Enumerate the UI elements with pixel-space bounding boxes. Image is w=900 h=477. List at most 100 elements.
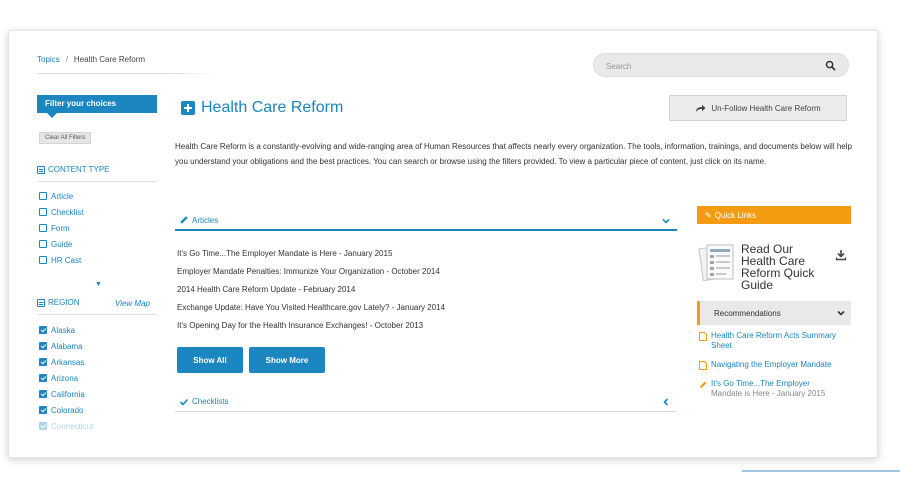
checkbox[interactable] [39,406,47,414]
recommendation-item[interactable]: Health Care Reform Acts Summary Sheet [699,331,849,351]
pencil-icon [700,381,707,388]
filter-label: Connecticut [51,421,94,431]
download-icon[interactable] [835,249,847,261]
content-type-title: CONTENT TYPE [48,165,110,174]
recommendation-title: It's Go Time...The Employer [711,379,810,388]
articles-label: Articles [192,215,219,225]
region-list: Alaska Alabama Arkansas Arizona Californ… [39,322,93,434]
region-heading: REGION [37,298,80,307]
checkbox[interactable] [39,342,47,350]
show-more-button[interactable]: Show More [249,347,325,373]
filter-california[interactable]: California [39,386,93,402]
filter-label: Guide [51,239,73,249]
search-icon[interactable] [825,60,836,71]
divider [37,314,157,315]
filter-form[interactable]: Form [39,220,83,236]
recommendations-header[interactable]: Recommendations [697,301,851,325]
recommendation-item[interactable]: It's Go Time...The Employer Mandate is H… [699,379,849,399]
content-type-heading: CONTENT TYPE [37,165,110,174]
filter-guide[interactable]: Guide [39,236,83,252]
search-input[interactable] [606,58,816,74]
checkbox[interactable] [39,390,47,398]
checklists-label: Checklists [192,397,229,406]
expand-chevron-icon[interactable]: ▼ [95,281,102,288]
unfollow-button[interactable]: Un-Follow Health Care Reform [669,95,847,121]
recommendation-title: Health Care Reform Acts Summary Sheet [711,331,836,350]
recommendation-title: Navigating the Employer Mandate [711,360,832,369]
clear-filters-button[interactable]: Clear All Filters [39,132,92,144]
filter-checklist[interactable]: Checklist [39,204,83,220]
list-icon [37,298,45,307]
document-icon [699,332,707,341]
breadcrumb-current: Health Care Reform [73,55,146,64]
filter-arizona[interactable]: Arizona [39,370,93,386]
filter-connecticut[interactable]: Connecticut [39,418,93,434]
checkmark-icon [179,398,189,406]
checkbox[interactable] [39,256,47,264]
checkbox[interactable] [39,422,47,430]
articles-accordion-header[interactable]: Articles [175,211,677,231]
filter-label: Alaska [51,325,76,335]
quick-guide-link[interactable]: Read Our Health Care Reform Quick Guide [741,243,831,291]
list-icon [37,165,45,174]
chevron-left-icon[interactable] [661,397,671,407]
document-icon [699,361,707,370]
recommendation-subtitle: Mandate is Here - January 2015 [711,389,826,398]
filter-label: Arizona [51,373,79,383]
filter-alaska[interactable]: Alaska [39,322,93,338]
content-type-list: Article Checklist Form Guide HR Cast [39,188,83,268]
chevron-down-icon[interactable] [661,216,671,226]
filter-colorado[interactable]: Colorado [39,402,93,418]
link-icon: ✎ [705,210,712,220]
guide-document-icon[interactable] [697,241,739,285]
recommendations-list: Health Care Reform Acts Summary Sheet Na… [699,331,849,408]
checkbox[interactable] [39,358,47,366]
page-frame: Topics / Health Care Reform Filter your ch… [8,30,878,458]
checkbox[interactable] [39,208,47,216]
quick-links-title: Quick Links [714,210,757,220]
checkbox[interactable] [39,192,47,200]
unfollow-label: Un-Follow Health Care Reform [711,103,821,113]
breadcrumb-divider [37,73,217,74]
share-arrow-icon [696,104,706,112]
page-title-text: Health Care Reform [201,99,344,116]
filter-label: Alabama [51,341,83,351]
view-map-link[interactable]: View Map [115,299,150,308]
show-all-button[interactable]: Show All [177,347,243,373]
filter-heading: Filter your choices [37,95,157,118]
region-title: REGION [48,298,80,307]
filter-label: HR Cast [51,255,82,265]
filter-label: Article [51,191,74,201]
article-link[interactable]: 2014 Health Care Reform Update - Februar… [177,281,445,299]
filter-label: Form [51,223,70,233]
chevron-down-icon[interactable] [836,308,846,318]
filter-hr-cast[interactable]: HR Cast [39,252,83,268]
checkbox[interactable] [39,374,47,382]
article-link[interactable]: It's Opening Day for the Health Insuranc… [177,317,445,335]
checkbox[interactable] [39,326,47,334]
bottom-edge-bar [742,470,900,477]
filter-arkansas[interactable]: Arkansas [39,354,93,370]
recommendation-item[interactable]: Navigating the Employer Mandate [699,360,849,370]
breadcrumb-separator: / [65,55,68,64]
article-link[interactable]: Employer Mandate Penalties: Immunize You… [177,263,445,281]
plus-icon [181,101,195,115]
search-box [593,53,849,77]
filter-label: California [51,389,85,399]
filter-label: Colorado [51,405,84,415]
article-link[interactable]: Exchange Update: Have You Visited Health… [177,299,445,317]
article-link[interactable]: It's Go Time...The Employer Mandate is H… [177,245,445,263]
quick-links-heading: ✎ Quick Links [697,206,851,224]
filter-article[interactable]: Article [39,188,83,204]
checkbox[interactable] [39,224,47,232]
divider [37,181,157,182]
intro-text: Health Care Reform is a constantly-evolv… [175,142,852,166]
checklists-accordion-header[interactable]: Checklists [175,392,677,412]
filter-label: Checklist [51,207,84,217]
articles-list: It's Go Time...The Employer Mandate is H… [177,245,445,335]
breadcrumb-topics-link[interactable]: Topics [37,55,60,64]
checkbox[interactable] [39,240,47,248]
filter-alabama[interactable]: Alabama [39,338,93,354]
breadcrumb: Topics / Health Care Reform [37,55,145,64]
recommendations-title: Recommendations [714,308,781,318]
